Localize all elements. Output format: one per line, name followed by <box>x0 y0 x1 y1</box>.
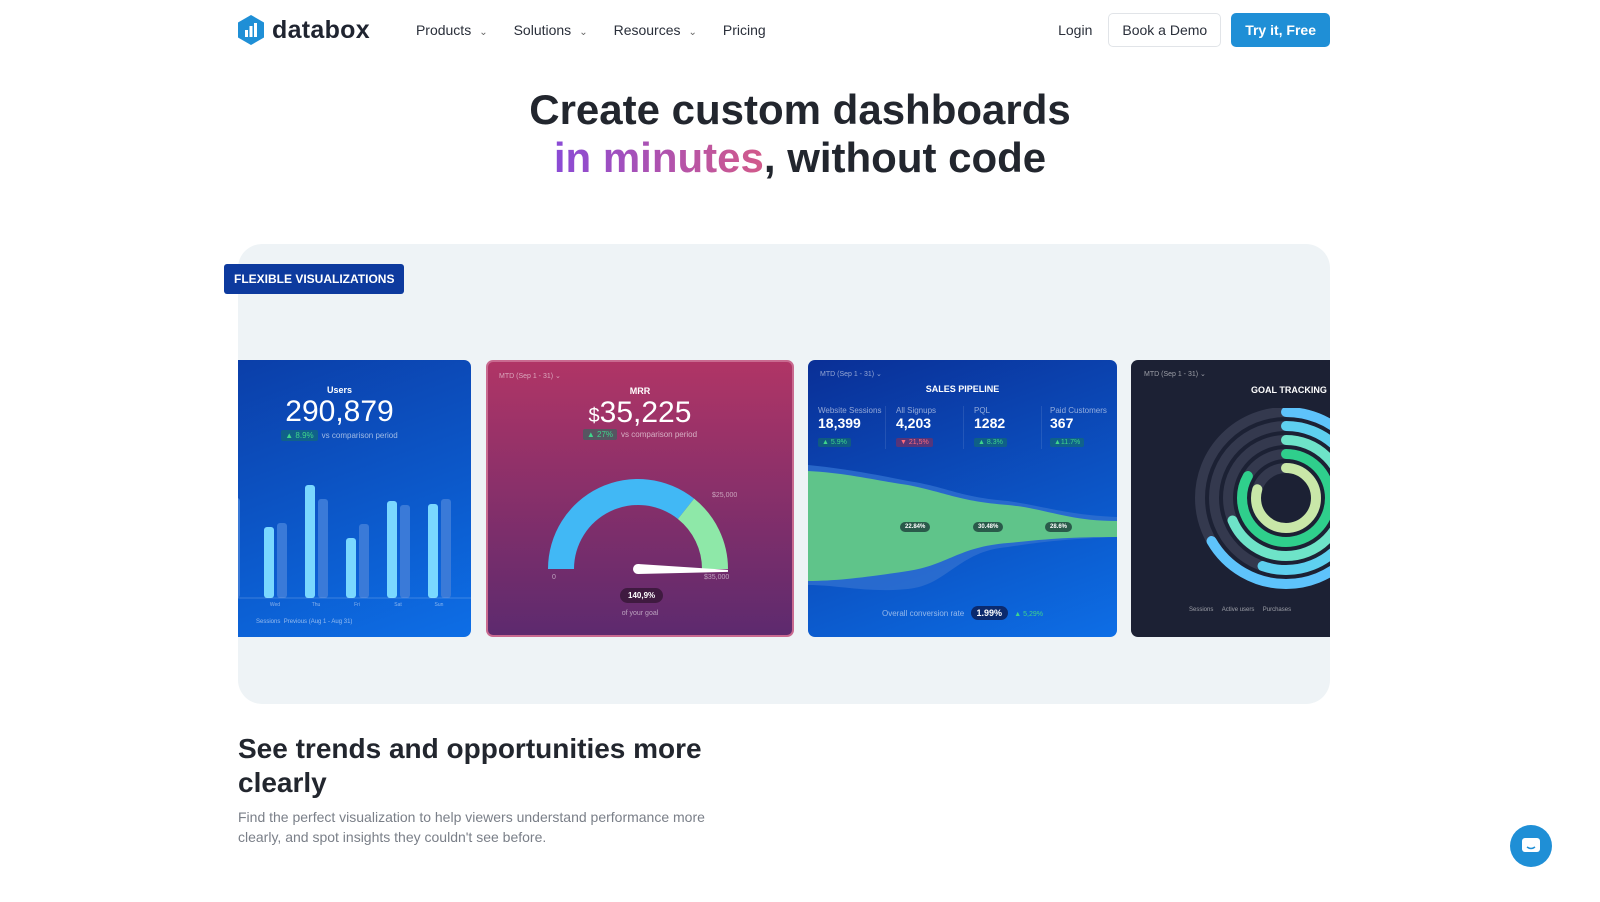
bar-previous <box>359 524 369 598</box>
funnel-chart <box>808 465 1117 591</box>
legend-active-users[interactable]: Active users <box>1222 607 1255 613</box>
hero-title: Create custom dashboards in minutes, wit… <box>0 86 1600 182</box>
bar-current <box>428 504 438 598</box>
chevron-down-icon: ⌄ <box>479 27 488 38</box>
conversion-rate: 30.48% <box>973 522 1004 532</box>
pipeline-card: MTD (Sep 1 - 31) ⌄ SALES PIPELINE Websit… <box>808 360 1117 637</box>
section-title: See trends and opportunities more clearl… <box>238 733 702 798</box>
legend-previous[interactable]: Previous (Aug 1 - Aug 31) <box>284 619 353 625</box>
visualizations-panel: Users 290,879 ▲ 8.9% vs comparison period… <box>238 244 1330 704</box>
nav-solutions[interactable]: Solutions ⌄ <box>514 22 588 38</box>
bar-current <box>346 538 356 598</box>
card-value: 290,879 <box>285 395 394 428</box>
bar-current <box>305 485 315 598</box>
change-badge: ▲ 5.9% <box>818 438 851 447</box>
day-label: Thu <box>312 602 321 608</box>
conversion-rate: 22.84% <box>900 522 931 532</box>
bar-previous <box>318 499 328 598</box>
bar-previous <box>238 498 240 598</box>
stage-1: All Signups 4,203 ▼ 21,5% <box>885 406 963 449</box>
stage-value: 1282 <box>974 415 1006 431</box>
hero-line1: Create custom dashboards <box>529 86 1071 133</box>
card-title: SALES PIPELINE <box>925 384 1000 394</box>
nav-resources[interactable]: Resources ⌄ <box>614 22 697 38</box>
goal-label: of your goal <box>621 610 659 617</box>
bar-current <box>387 501 397 598</box>
section-badge: FLEXIBLE VISUALIZATIONS <box>224 264 405 294</box>
radial-chart <box>1195 408 1330 589</box>
stage-label: Paid Customers <box>1050 406 1107 415</box>
compare-label: vs comparison period <box>321 431 398 440</box>
top-nav: databox Products ⌄ Solutions ⌄ Resources ⌄ … <box>238 13 1330 47</box>
period-dropdown[interactable]: MTD (Sep 1 - 31) ⌄ <box>820 370 882 378</box>
databox-logo-icon <box>238 15 264 45</box>
bar-chart: Wed Thu Fri Sat Sun <box>238 485 471 608</box>
compare-label: vs comparison period <box>621 430 698 439</box>
mrr-card: MTD (Sep 1 - 31) ⌄ MRR $35,225 ▲ 27% vs c… <box>486 360 794 637</box>
change-badge: ▲11.7% <box>1050 438 1085 447</box>
change-badge: ▲ 8.9% <box>281 430 318 441</box>
card-title: MRR <box>629 386 651 396</box>
card-value: 35,225 <box>599 396 692 429</box>
hero-highlight: in minutes <box>553 134 764 181</box>
nav-products[interactable]: Products ⌄ <box>416 22 488 38</box>
nav-label: Solutions <box>513 22 572 38</box>
legend-sessions[interactable]: Sessions <box>1189 607 1213 613</box>
login-link[interactable]: Login <box>1058 22 1092 38</box>
stage-value: 18,399 <box>818 415 861 431</box>
period-dropdown[interactable]: MTD (Sep 1 - 31) ⌄ <box>499 372 561 380</box>
gauge-progress <box>548 479 695 569</box>
change-badge: ▲ 8.3% <box>974 438 1007 447</box>
stage-value: 4,203 <box>896 415 932 431</box>
bar-previous <box>277 523 287 598</box>
change-badge: ▲ 27% <box>582 429 618 440</box>
section-text: Find the perfect visualization to help v… <box>238 809 705 845</box>
day-label: Sat <box>394 602 402 608</box>
legend-purchases[interactable]: Purchases <box>1263 607 1291 613</box>
legend-sessions[interactable]: Sessions <box>256 619 280 625</box>
stage-value: 367 <box>1050 415 1074 431</box>
gauge-goal: $25,000 <box>712 492 738 499</box>
stage-label: All Signups <box>896 406 937 415</box>
hero-rest: , without code <box>763 134 1047 181</box>
stage-label: PQL <box>974 406 991 415</box>
stage-label: Website Sessions <box>818 406 882 415</box>
brand-name: databox <box>272 15 370 44</box>
currency: $ <box>588 405 600 427</box>
card-title: GOAL TRACKING <box>1251 385 1327 395</box>
bar-current <box>264 527 274 598</box>
overall-rate: 1.99% <box>970 606 1009 620</box>
chat-icon <box>1522 838 1540 852</box>
stage-0: Website Sessions 18,399 ▲ 5.9% <box>808 406 885 449</box>
bar-previous <box>441 499 451 598</box>
overall-change: ▲ 5,29% <box>1014 611 1043 618</box>
stage-3: Paid Customers 367 ▲11.7% <box>1041 406 1117 449</box>
nav-label: Resources <box>613 22 681 38</box>
day-label: Sun <box>435 602 444 608</box>
overall-label: Overall conversion rate <box>882 609 965 618</box>
period-dropdown[interactable]: MTD (Sep 1 - 31) ⌄ <box>1144 370 1206 378</box>
conversion-rate: 28.6% <box>1045 522 1073 532</box>
card-title: Users <box>326 385 353 395</box>
change-badge: ▼ 21,5% <box>896 438 933 447</box>
bar-previous <box>400 505 410 598</box>
gauge-min: 0 <box>552 574 556 581</box>
gauge-max: $35,000 <box>704 574 730 581</box>
chat-button[interactable] <box>1510 825 1552 867</box>
day-label: Fri <box>354 602 360 608</box>
nav-pricing[interactable]: Pricing <box>723 22 766 38</box>
goal-percent: 140,9% <box>620 588 664 603</box>
stage-2: PQL 1282 ▲ 8.3% <box>963 406 1041 449</box>
gauge-chart <box>548 479 728 574</box>
logo[interactable]: databox <box>238 15 370 45</box>
book-demo-button[interactable]: Book a Demo <box>1108 13 1222 47</box>
day-label: Wed <box>270 602 280 608</box>
chevron-down-icon: ⌄ <box>579 27 588 38</box>
chevron-down-icon: ⌄ <box>688 27 697 38</box>
goal-card: MTD (Sep 1 - 31) ⌄ GOAL TRACKING Session… <box>1131 360 1330 637</box>
users-card: Users 290,879 ▲ 8.9% vs comparison period… <box>238 360 471 637</box>
try-free-button[interactable]: Try it, Free <box>1231 13 1330 47</box>
nav-label: Products <box>415 22 472 38</box>
